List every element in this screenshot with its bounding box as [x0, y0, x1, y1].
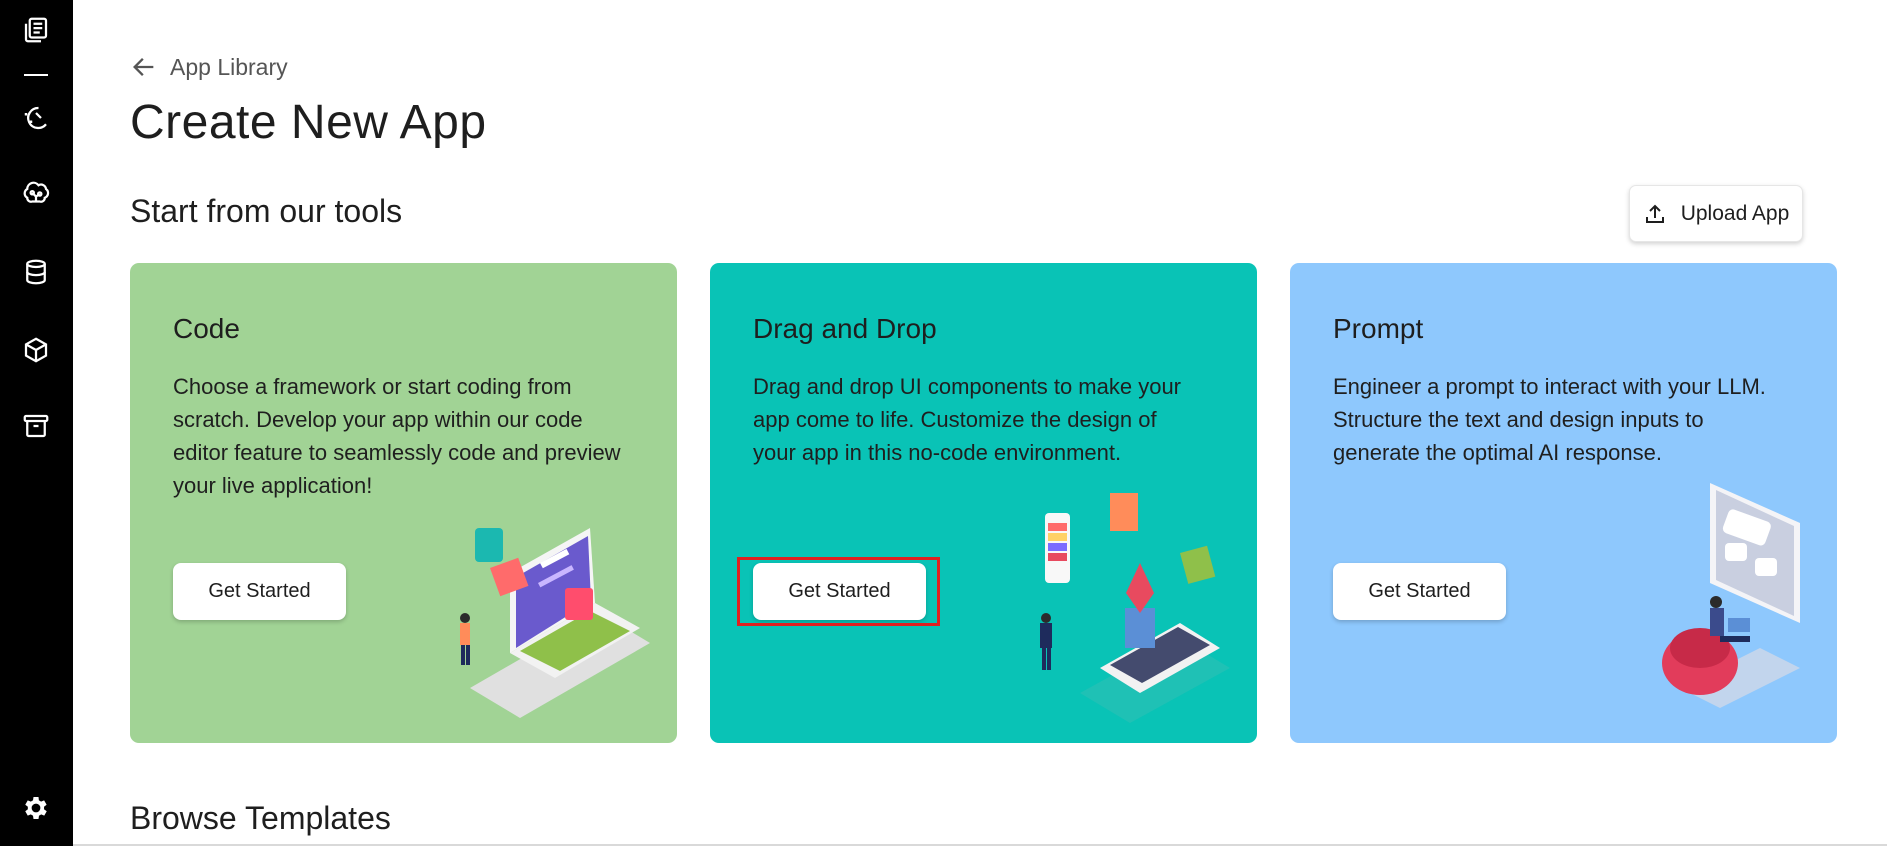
arrow-left-icon [133, 58, 154, 76]
highlight-box [737, 557, 940, 626]
main-content: App Library Create New App Start from ou… [130, 0, 1887, 846]
library-icon[interactable] [18, 12, 54, 48]
magic-icon[interactable] [18, 100, 54, 136]
sidebar-divider [24, 74, 48, 76]
prompt-get-started-button[interactable]: Get Started [1333, 563, 1506, 620]
sidebar [0, 0, 73, 846]
back-link[interactable]: App Library [130, 53, 288, 81]
code-illustration [460, 528, 650, 718]
page-title: Create New App [130, 96, 487, 149]
upload-app-label: Upload App [1680, 201, 1790, 225]
tools-section-title: Start from our tools [130, 193, 403, 229]
card-title: Prompt [1333, 313, 1424, 344]
card-description: Choose a framework or start coding from … [173, 374, 621, 498]
prompt-illustration [1662, 483, 1800, 708]
card-description: Engineer a prompt to interact with your … [1333, 374, 1766, 465]
gear-icon[interactable] [18, 790, 54, 826]
database-icon[interactable] [18, 254, 54, 290]
drag-drop-illustration [1040, 493, 1230, 723]
code-get-started-button[interactable]: Get Started [173, 563, 346, 620]
prompt-card: Prompt Engineer a prompt to interact wit… [1290, 263, 1837, 743]
back-link-label: App Library [170, 53, 288, 80]
card-title: Drag and Drop [753, 313, 937, 344]
card-description: Drag and drop UI components to make your… [753, 374, 1182, 465]
upload-icon [1645, 204, 1664, 223]
drag-drop-card: Drag and Drop Drag and drop UI component… [710, 263, 1257, 743]
brain-icon[interactable] [18, 176, 54, 212]
cube-icon[interactable] [18, 332, 54, 368]
archive-icon[interactable] [18, 408, 54, 444]
upload-app-button[interactable]: Upload App [1629, 185, 1803, 242]
browse-templates-title: Browse Templates [130, 800, 391, 836]
code-card: Code Choose a framework or start coding … [130, 263, 677, 743]
card-title: Code [173, 313, 240, 344]
